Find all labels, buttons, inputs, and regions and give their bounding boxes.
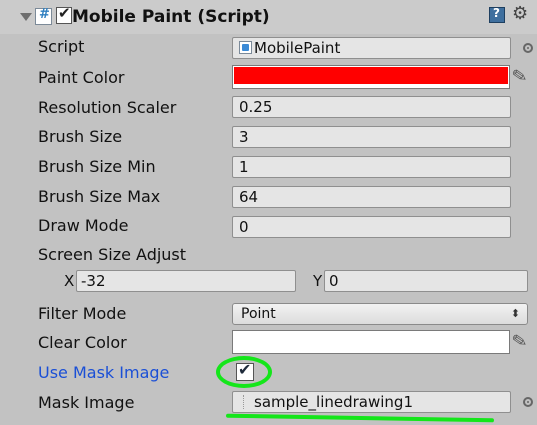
- filter-mode-label: Filter Mode: [38, 304, 127, 323]
- mask-image-label: Mask Image: [38, 393, 135, 412]
- mask-image-field[interactable]: sample_linedrawing1: [232, 391, 511, 413]
- eyedropper-icon[interactable]: ✎: [510, 65, 529, 88]
- component-header: Mobile Paint (Script) ⚙: [0, 0, 537, 34]
- dropdown-arrows-icon: ⬍: [510, 307, 520, 320]
- texture-icon: [243, 395, 252, 409]
- script-field[interactable]: MobilePaint: [232, 37, 511, 59]
- clear-color-field[interactable]: [232, 330, 510, 354]
- component-enabled-checkbox[interactable]: [56, 4, 72, 24]
- filter-mode-dropdown[interactable]: Point ⬍: [232, 303, 528, 325]
- paint-color-label: Paint Color: [38, 68, 125, 87]
- screen-size-adjust-x-field[interactable]: -32: [76, 270, 296, 292]
- object-picker-icon[interactable]: [523, 397, 533, 407]
- draw-mode-field[interactable]: 0: [232, 216, 511, 238]
- script-icon: [35, 7, 52, 25]
- script-value: MobilePaint: [254, 39, 341, 57]
- clear-color-swatch: [234, 332, 508, 349]
- object-picker-icon[interactable]: [523, 43, 533, 53]
- help-icon[interactable]: [489, 6, 505, 23]
- brush-size-max-label: Brush Size Max: [38, 187, 161, 206]
- gear-icon[interactable]: ⚙: [512, 3, 528, 24]
- brush-size-max-field[interactable]: 64: [232, 186, 511, 208]
- foldout-arrow-icon[interactable]: [20, 13, 32, 21]
- clear-color-label: Clear Color: [38, 333, 127, 352]
- brush-size-label: Brush Size: [38, 127, 123, 146]
- component-title: Mobile Paint (Script): [72, 7, 270, 27]
- eyedropper-icon[interactable]: ✎: [510, 330, 529, 353]
- paint-color-field[interactable]: [232, 65, 510, 89]
- x-label: X: [64, 272, 75, 290]
- draw-mode-label: Draw Mode: [38, 216, 129, 235]
- mask-image-value: sample_linedrawing1: [254, 393, 413, 411]
- brush-size-field[interactable]: 3: [232, 126, 511, 148]
- resolution-scaler-field[interactable]: 0.25: [232, 96, 511, 118]
- script-label: Script: [38, 37, 85, 56]
- brush-size-min-field[interactable]: 1: [232, 156, 511, 178]
- y-label: Y: [313, 272, 323, 290]
- script-asset-icon: [239, 41, 252, 54]
- paint-color-swatch: [234, 67, 508, 84]
- highlight-circle-annotation: [216, 356, 272, 388]
- screen-size-adjust-label: Screen Size Adjust: [38, 245, 187, 264]
- underline-annotation: [225, 413, 495, 423]
- screen-size-adjust-y-field[interactable]: 0: [324, 270, 528, 292]
- filter-mode-value: Point: [241, 306, 276, 322]
- brush-size-min-label: Brush Size Min: [38, 157, 156, 176]
- use-mask-image-label: Use Mask Image: [38, 363, 170, 382]
- resolution-scaler-label: Resolution Scaler: [38, 98, 177, 117]
